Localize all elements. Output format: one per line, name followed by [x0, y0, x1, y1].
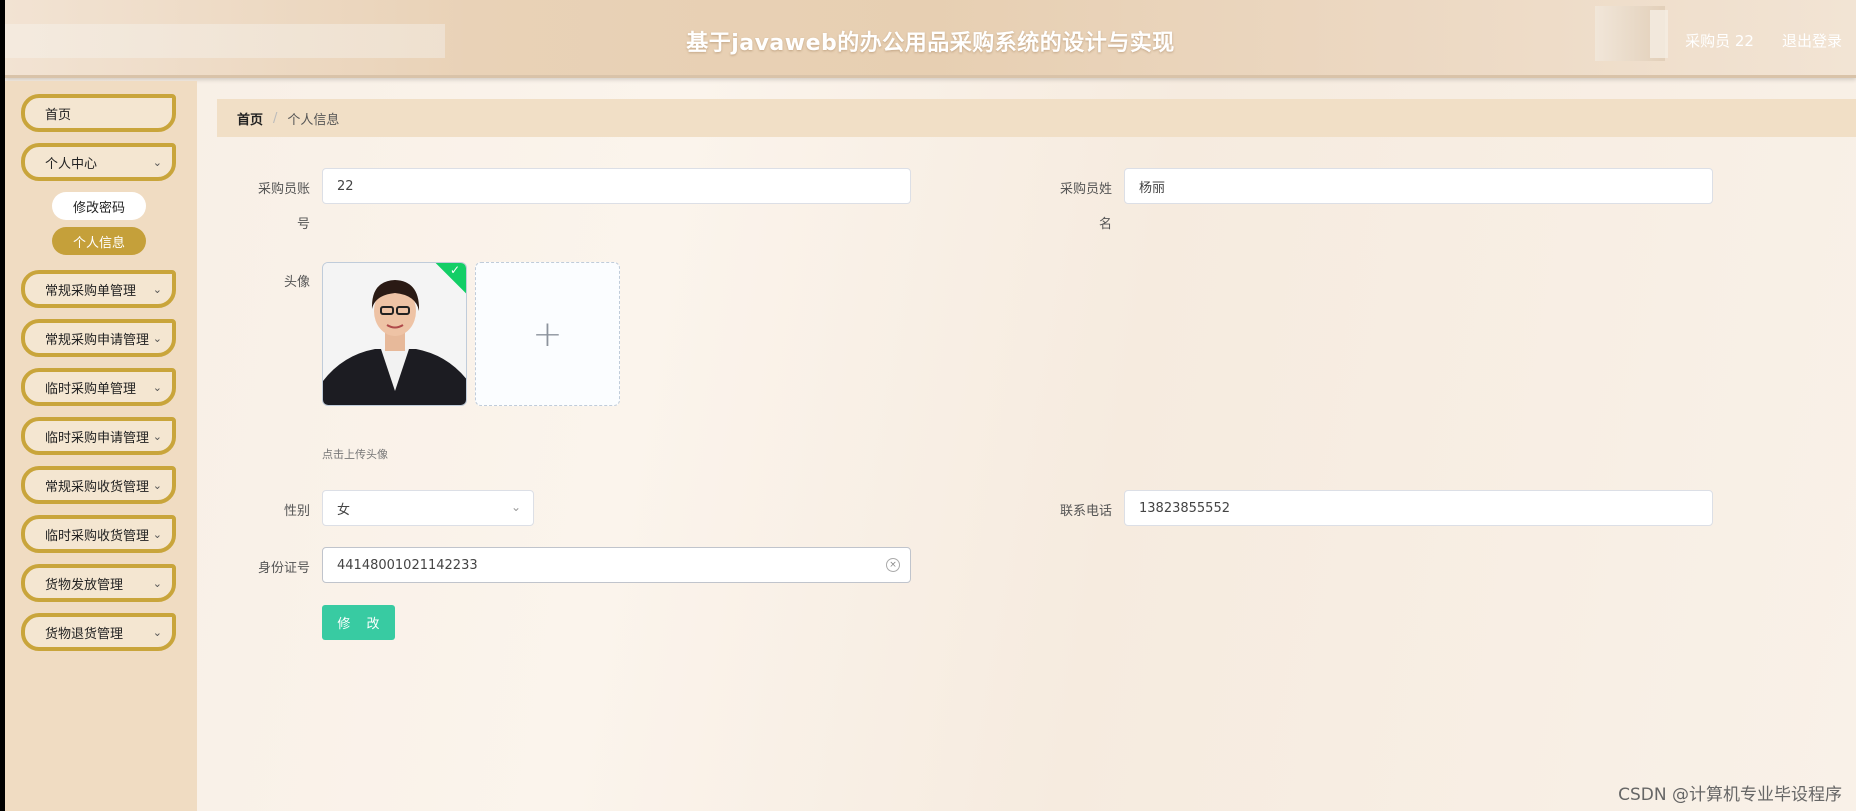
id-number-field[interactable]: 441480​01021142233 ×	[322, 547, 911, 583]
sidebar-item-regular-purchase-order[interactable]: 常规采购单管理 ⌄	[21, 270, 176, 308]
sidebar-item-regular-purchase-request[interactable]: 常规采购申请管理 ⌄	[21, 319, 176, 357]
user-area: 采购员 22 退出登录	[1685, 30, 1842, 51]
chevron-down-icon: ⌄	[152, 156, 162, 169]
chevron-down-icon: ⌄	[152, 528, 162, 541]
sidebar-item-label: 个人中心	[45, 156, 98, 172]
chevron-down-icon: ⌄	[510, 500, 521, 514]
chevron-down-icon: ⌄	[152, 430, 162, 443]
header: 基于javaweb的办公用品采购系统的设计与实现 采购员 22 退出登录	[5, 0, 1856, 78]
account-label-cont: 号	[296, 217, 310, 232]
sidebar-item-label: 货物退货管理	[45, 626, 124, 642]
account-field[interactable]: 22	[322, 168, 911, 204]
plus-icon: +	[532, 313, 563, 355]
submenu-personal-info[interactable]: 个人信息	[52, 227, 146, 255]
avatar-label: 头像	[283, 275, 310, 290]
chevron-down-icon: ⌄	[152, 479, 162, 492]
avatar-photo	[323, 263, 466, 405]
sidebar-item-temp-purchase-order[interactable]: 临时采购单管理 ⌄	[21, 368, 176, 406]
name-label-cont: 名	[1098, 217, 1112, 232]
sidebar-item-label: 临时采购申请管理	[45, 430, 150, 446]
gender-value: 女	[337, 502, 351, 518]
chevron-down-icon: ⌄	[152, 381, 162, 394]
account-label: 采购员账	[257, 182, 310, 197]
avatar-upload-button[interactable]: +	[475, 262, 620, 406]
id-value: 441480​01021142233	[337, 557, 478, 573]
sidebar-item-label: 临时采购单管理	[45, 381, 137, 397]
name-field[interactable]: 杨丽	[1124, 168, 1713, 204]
breadcrumb: 首页 / 个人信息	[217, 99, 1856, 137]
chevron-down-icon: ⌄	[152, 332, 162, 345]
sidebar-item-temp-receiving[interactable]: 临时采购收货管理 ⌄	[21, 515, 176, 553]
sidebar-item-temp-purchase-request[interactable]: 临时采购申请管理 ⌄	[21, 417, 176, 455]
watermark: CSDN @计算机专业毕设程序	[1618, 785, 1842, 805]
sidebar-item-label: 货物发放管理	[45, 577, 124, 593]
sidebar-item-regular-receiving[interactable]: 常规采购收货管理 ⌄	[21, 466, 176, 504]
current-user: 采购员 22	[1685, 32, 1754, 50]
chevron-down-icon: ⌄	[152, 283, 162, 296]
breadcrumb-home[interactable]: 首页	[237, 109, 263, 128]
id-label: 身份证号	[257, 561, 310, 576]
sidebar-item-label: 常规采购收货管理	[45, 479, 150, 495]
name-label: 采购员姓	[1059, 182, 1112, 197]
avatar-image[interactable]: ✓	[322, 262, 467, 406]
sidebar-item-goods-return[interactable]: 货物退货管理 ⌄	[21, 613, 176, 651]
logout-button[interactable]: 退出登录	[1782, 30, 1842, 51]
sidebar-item-label: 临时采购收货管理	[45, 528, 150, 544]
sidebar-item-label: 常规采购单管理	[45, 283, 137, 299]
modify-button[interactable]: 修 改	[322, 605, 395, 640]
account-value: 22	[337, 178, 354, 194]
sidebar-item-personal-center[interactable]: 个人中心 ⌄	[21, 143, 176, 181]
name-value: 杨丽	[1139, 180, 1166, 196]
app-frame: 基于javaweb的办公用品采购系统的设计与实现 采购员 22 退出登录 首页 …	[5, 0, 1856, 811]
phone-label: 联系电话	[1059, 504, 1112, 519]
submenu-change-password[interactable]: 修改密码	[52, 192, 146, 220]
circle-close-icon[interactable]: ×	[886, 558, 900, 572]
breadcrumb-separator: /	[273, 110, 278, 126]
sidebar-item-goods-distribution[interactable]: 货物发放管理 ⌄	[21, 564, 176, 602]
upload-tip: 点击上传头像	[322, 448, 388, 461]
sidebar-item-label: 常规采购申请管理	[45, 332, 150, 348]
check-icon: ✓	[449, 263, 460, 277]
sidebar: 首页 个人中心 ⌄ 修改密码 个人信息 常规采购单管理 ⌄ 常规采购申请管理 ⌄…	[5, 81, 197, 811]
phone-field[interactable]: 13823855552	[1124, 490, 1713, 526]
phone-value: 13823855552	[1139, 500, 1230, 516]
sidebar-item-home[interactable]: 首页	[21, 94, 176, 132]
chevron-down-icon: ⌄	[152, 626, 162, 639]
app-title: 基于javaweb的办公用品采购系统的设计与实现	[686, 31, 1175, 56]
gender-select[interactable]: 女 ⌄	[322, 490, 534, 526]
gender-label: 性别	[283, 504, 310, 519]
chevron-down-icon: ⌄	[152, 577, 162, 590]
breadcrumb-current: 个人信息	[287, 112, 340, 128]
sidebar-item-label: 首页	[45, 107, 72, 123]
